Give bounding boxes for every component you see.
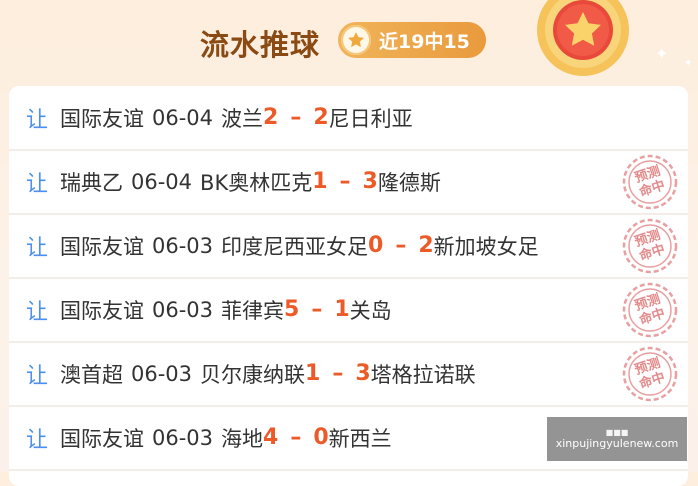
- medal-icon: [537, 0, 629, 76]
- score-separator: –: [311, 297, 323, 322]
- handicap-tag: 让: [26, 363, 49, 389]
- star-icon: [341, 25, 371, 55]
- home-team: 海地: [221, 426, 264, 451]
- handicap-tag: 让: [26, 427, 49, 453]
- home-score: 1: [312, 169, 328, 194]
- home-team: 波兰: [221, 106, 264, 131]
- match-league: 瑞典乙: [60, 170, 123, 195]
- away-score: 0: [313, 425, 329, 450]
- match-league: 国际友谊: [60, 298, 144, 323]
- away-score: 3: [362, 169, 378, 194]
- score-separator: –: [290, 425, 302, 450]
- score-separator: –: [339, 169, 351, 194]
- home-team: BK奥林匹克: [200, 170, 313, 195]
- match-row[interactable]: 让国际友谊 06-03 菲律宾 5–1 关岛 预测 命中: [9, 278, 688, 343]
- home-score: 2: [263, 105, 279, 130]
- home-score: 4: [263, 425, 279, 450]
- score-separator: –: [332, 361, 344, 386]
- away-team: 新西兰: [328, 426, 392, 451]
- handicap-tag: 让: [26, 107, 49, 133]
- sparkle-icon: ✦: [684, 58, 693, 69]
- handicap-tag: 让: [26, 299, 49, 325]
- page-title: 流水推球: [200, 28, 321, 62]
- prediction-hit-stamp: 预测 命中: [621, 217, 679, 275]
- match-row[interactable]: 让国际友谊 06-04 波兰 2–2 尼日利亚: [9, 86, 688, 151]
- away-score: 2: [418, 233, 434, 258]
- watermark: ■■■ xinpujingyulenew.com: [547, 417, 687, 461]
- score-separator: –: [395, 233, 407, 258]
- prediction-hit-stamp: 预测 命中: [621, 153, 679, 211]
- record-badge: 近19中15: [338, 22, 486, 58]
- away-team: 塔格拉诺联: [370, 362, 476, 387]
- home-team: 菲律宾: [221, 298, 285, 323]
- match-date: 06-04: [152, 105, 214, 130]
- match-league: 澳首超: [60, 362, 123, 387]
- score-separator: –: [290, 105, 302, 130]
- match-date: 06-03: [152, 233, 214, 258]
- home-team: 印度尼西亚女足: [221, 234, 369, 259]
- match-league: 国际友谊: [60, 426, 144, 451]
- away-score: 2: [313, 105, 329, 130]
- away-team: 新加坡女足: [433, 234, 539, 259]
- handicap-tag: 让: [26, 235, 49, 261]
- home-team: 贝尔康纳联: [200, 362, 306, 387]
- home-score: 5: [284, 297, 300, 322]
- match-date: 06-03: [131, 361, 193, 386]
- prediction-hit-stamp: 预测 命中: [621, 281, 679, 339]
- match-league: 国际友谊: [60, 106, 144, 131]
- record-text: 近19中15: [379, 30, 470, 53]
- match-date: 06-03: [152, 297, 214, 322]
- away-team: 隆德斯: [377, 170, 441, 195]
- prediction-hit-stamp: 预测 命中: [621, 345, 679, 403]
- away-score: 1: [334, 297, 350, 322]
- away-team: 尼日利亚: [328, 106, 413, 131]
- match-row[interactable]: 让瑞典乙 06-04 BK奥林匹克 1–3 隆德斯 预测 命中: [9, 150, 688, 215]
- header: 流水推球 近19中15 ✦ ✦: [0, 0, 698, 86]
- match-row[interactable]: 让澳首超 06-03 贝尔康纳联 1–3 塔格拉诺联 预测 命中: [9, 342, 688, 407]
- sparkle-icon: ✦: [655, 44, 669, 63]
- home-score: 1: [305, 361, 321, 386]
- match-date: 06-04: [131, 169, 193, 194]
- match-league: 国际友谊: [60, 234, 144, 259]
- handicap-tag: 让: [26, 171, 49, 197]
- home-score: 0: [368, 233, 384, 258]
- away-team: 关岛: [349, 298, 392, 323]
- match-row[interactable]: 让国际友谊 06-03 印度尼西亚女足 0–2 新加坡女足 预测 命中: [9, 214, 688, 279]
- away-score: 3: [355, 361, 371, 386]
- match-date: 06-03: [152, 425, 214, 450]
